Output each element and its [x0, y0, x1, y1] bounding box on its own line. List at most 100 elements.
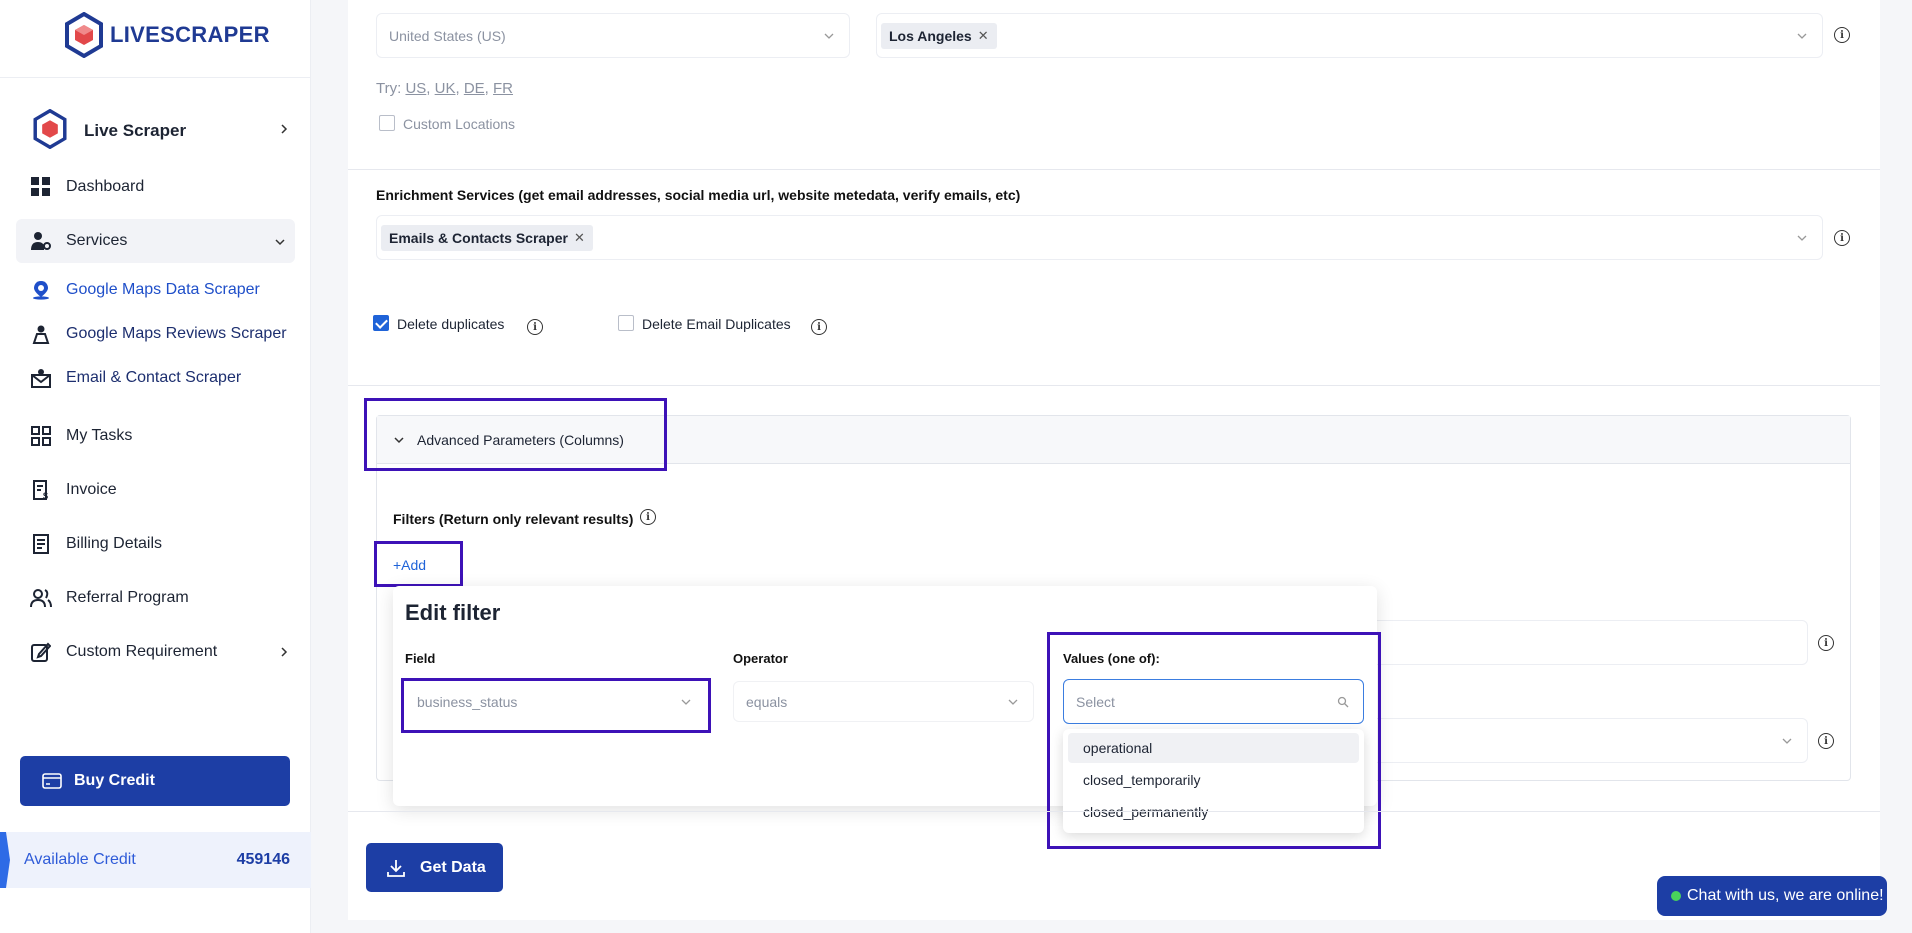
sidebar-item-label: Custom Requirement: [66, 643, 218, 660]
sidebar-item-google-maps-data-scraper[interactable]: Google Maps Data Scraper: [30, 278, 290, 302]
chevron-down-icon: [824, 33, 834, 39]
delete-duplicates-info-icon[interactable]: i: [527, 319, 543, 335]
chevron-down-icon: [1782, 738, 1792, 744]
sidebar-item-label: Email & Contact Scraper: [66, 369, 242, 386]
enrichment-tag-label: Emails & Contacts Scraper: [389, 229, 568, 246]
custom-locations-label: Custom Locations: [403, 116, 516, 132]
sidebar-item-invoice[interactable]: $ Invoice: [30, 478, 290, 502]
try-link-de[interactable]: DE: [464, 80, 485, 97]
advanced-field-1-info-icon[interactable]: i: [1818, 635, 1834, 651]
try-link-uk[interactable]: UK: [435, 80, 456, 97]
remove-tag-icon[interactable]: ✕: [574, 230, 585, 246]
reviews-icon: [30, 323, 52, 345]
cube-logo-icon: [65, 12, 103, 58]
sidebar-item-label: Dashboard: [66, 178, 145, 195]
remove-tag-icon[interactable]: ✕: [978, 28, 989, 44]
sidebar-item-billing-details[interactable]: Billing Details: [30, 532, 290, 556]
available-credit-label: Available Credit: [24, 851, 136, 868]
section-divider: [348, 385, 1880, 386]
online-status-dot: [1671, 891, 1681, 901]
map-pin-icon: [30, 279, 52, 301]
chevron-right-icon: [281, 124, 288, 134]
operator-label: Operator: [733, 651, 788, 666]
delete-email-duplicates-label: Delete Email Duplicates: [642, 316, 791, 332]
advanced-field-2-info-icon[interactable]: i: [1818, 733, 1834, 749]
sidebar: LIVESCRAPER Live Scraper Dashboard Servi…: [0, 0, 311, 933]
get-data-button[interactable]: Get Data: [366, 843, 503, 892]
sidebar-header-label: Live Scraper: [84, 121, 187, 140]
get-data-label: Get Data: [420, 858, 486, 876]
sidebar-item-services[interactable]: Services: [30, 229, 290, 253]
enrichment-info-icon[interactable]: i: [1834, 230, 1850, 246]
highlight-field: [401, 678, 711, 733]
referral-users-icon: [30, 587, 52, 609]
buy-credit-button[interactable]: Buy Credit: [20, 756, 290, 806]
delete-email-duplicates-checkbox[interactable]: [618, 315, 634, 331]
available-credit-value: 459146: [236, 851, 290, 868]
highlight-advanced: [364, 398, 667, 471]
section-divider: [348, 811, 1880, 812]
sidebar-item-google-maps-reviews-scraper[interactable]: Google Maps Reviews Scraper: [30, 322, 290, 346]
sidebar-item-label: Google Maps Data Scraper: [66, 281, 260, 298]
operator-select[interactable]: equals: [733, 681, 1034, 722]
chat-label: Chat with us, we are online!: [1687, 887, 1884, 904]
available-credit-bar: Available Credit 459146: [0, 832, 311, 888]
city-info-icon[interactable]: i: [1834, 27, 1850, 43]
sidebar-item-dashboard[interactable]: Dashboard: [30, 175, 290, 199]
dashboard-icon: [30, 176, 52, 198]
services-icon: [30, 230, 52, 252]
delete-duplicates-label: Delete duplicates: [397, 316, 505, 332]
sidebar-item-referral-program[interactable]: Referral Program: [30, 586, 290, 610]
chat-widget-button[interactable]: Chat with us, we are online!: [1657, 876, 1887, 916]
chevron-right-icon: [281, 647, 288, 657]
sidebar-item-label: Referral Program: [66, 589, 189, 606]
highlight-add: [374, 541, 463, 587]
email-icon: [30, 367, 52, 389]
tasks-grid-icon: [30, 425, 52, 447]
city-tag-label: Los Angeles: [889, 27, 972, 44]
enrichment-select[interactable]: Emails & Contacts Scraper ✕: [376, 215, 1823, 260]
sidebar-item-label: Google Maps Reviews Scraper: [66, 325, 287, 342]
sidebar-item-label: Billing Details: [66, 535, 163, 552]
sidebar-item-label: My Tasks: [66, 427, 133, 444]
sidebar-header-live-scraper[interactable]: Live Scraper: [30, 108, 290, 149]
try-label: Try:: [376, 80, 402, 97]
city-tag[interactable]: Los Angeles ✕: [881, 22, 997, 49]
filters-info-icon[interactable]: i: [640, 509, 656, 525]
delete-duplicates-checkbox[interactable]: [373, 315, 389, 331]
sidebar-divider: [0, 77, 311, 78]
logo-text: LIVESCRAPER: [110, 22, 270, 47]
sidebar-item-email-contact-scraper[interactable]: Email & Contact Scraper: [30, 366, 290, 390]
section-divider: [348, 169, 1880, 170]
highlight-values: [1047, 632, 1381, 849]
sidebar-item-my-tasks[interactable]: My Tasks: [30, 424, 290, 448]
country-select[interactable]: United States (US): [376, 13, 850, 58]
enrichment-tag[interactable]: Emails & Contacts Scraper ✕: [381, 224, 593, 251]
delete-email-duplicates-info-icon[interactable]: i: [811, 319, 827, 335]
filters-label: Filters (Return only relevant results): [393, 511, 634, 527]
try-link-fr[interactable]: FR: [493, 80, 513, 97]
buy-credit-label: Buy Credit: [74, 772, 155, 789]
chevron-down-icon: [1008, 699, 1018, 705]
try-link-us[interactable]: US: [405, 80, 426, 97]
sidebar-item-custom-requirement[interactable]: Custom Requirement: [30, 640, 290, 664]
enrichment-label: Enrichment Services (get email addresses…: [376, 187, 1021, 203]
city-select[interactable]: Los Angeles ✕: [876, 13, 1823, 58]
sidebar-item-label: Invoice: [66, 481, 117, 498]
svg-text:$: $: [43, 491, 48, 500]
credit-card-icon: [42, 773, 62, 789]
billing-icon: [30, 533, 52, 555]
invoice-icon: $: [30, 479, 52, 501]
operator-value: equals: [746, 693, 788, 710]
chevron-down-icon: [1797, 33, 1807, 39]
country-placeholder: United States (US): [389, 27, 506, 44]
chevron-down-icon: [1797, 235, 1807, 241]
edit-icon: [30, 641, 52, 663]
sidebar-item-label: Services: [66, 232, 128, 249]
edit-filter-title: Edit filter: [405, 600, 501, 625]
brand-logo[interactable]: LIVESCRAPER: [64, 12, 270, 58]
custom-locations-checkbox[interactable]: [379, 115, 395, 131]
download-icon: [387, 859, 405, 877]
chevron-down-icon: [275, 239, 285, 246]
live-scraper-icon: [30, 108, 70, 154]
